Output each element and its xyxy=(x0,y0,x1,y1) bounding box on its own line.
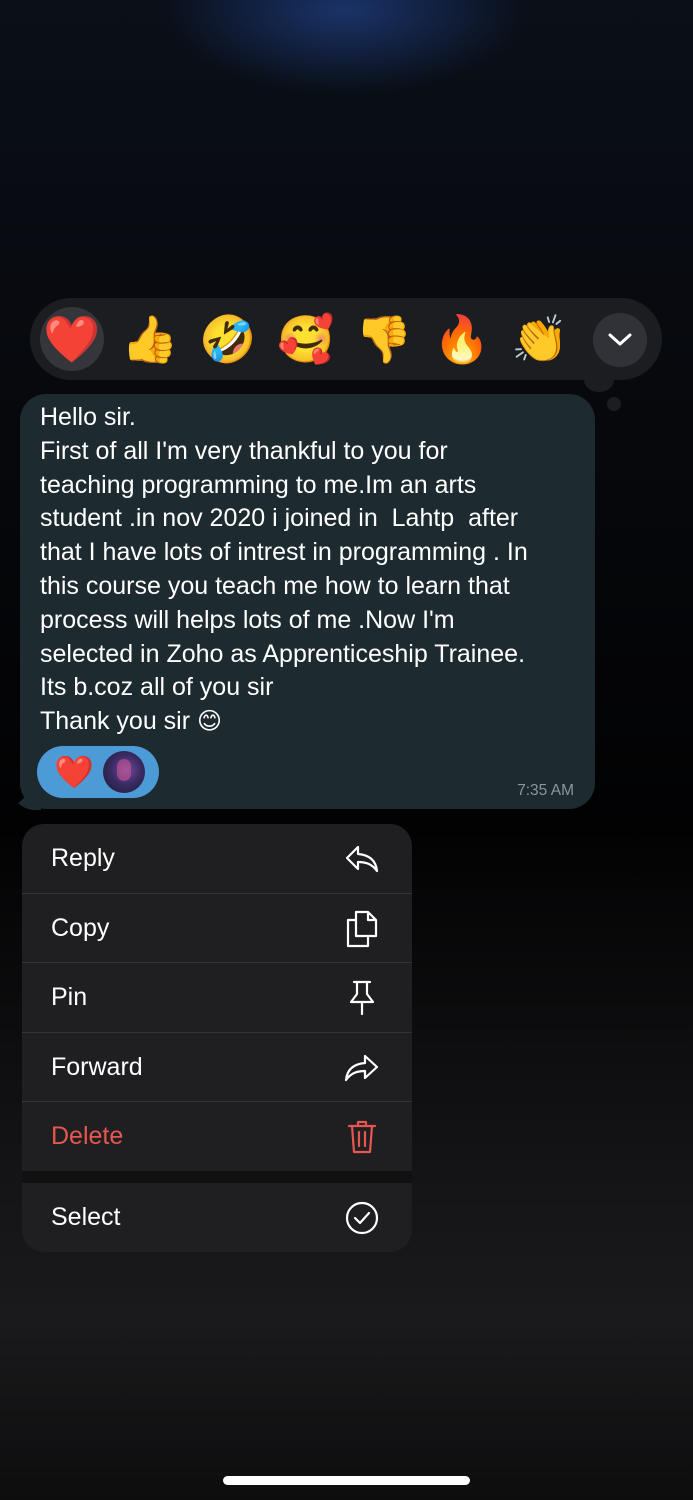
message-timestamp: 7:35 AM xyxy=(517,782,574,799)
forward-label: Forward xyxy=(51,1053,143,1081)
message-line: this course you teach me how to learn th… xyxy=(40,571,510,600)
forward-icon xyxy=(342,1048,382,1088)
select-menu-item[interactable]: Select xyxy=(22,1183,412,1252)
message-line: selected in Zoho as Apprenticeship Train… xyxy=(40,639,526,668)
reaction-smiling-hearts[interactable]: 🥰 xyxy=(274,307,338,371)
picker-bubble-dot xyxy=(607,397,621,411)
message-line: First of all I'm very thankful to you fo… xyxy=(40,436,448,465)
trash-icon xyxy=(342,1117,382,1157)
reaction-thumbs-down[interactable]: 👎 xyxy=(352,307,416,371)
message-bubble[interactable]: Hello sir. First of all I'm very thankfu… xyxy=(20,394,595,809)
message-line: process will helps lots of me .Now I'm xyxy=(40,605,455,634)
message-line: that I have lots of intrest in programmi… xyxy=(40,538,528,567)
chevron-down-icon xyxy=(608,333,632,346)
message-line: teaching programming to me.Im an arts xyxy=(40,470,477,499)
message-line: Thank you sir xyxy=(40,707,191,736)
reply-label: Reply xyxy=(51,844,115,872)
reply-menu-item[interactable]: Reply xyxy=(22,824,412,893)
copy-label: Copy xyxy=(51,914,110,942)
reply-icon xyxy=(342,839,382,879)
pin-label: Pin xyxy=(51,983,88,1011)
heart-reaction-icon: ❤️ xyxy=(54,754,94,790)
pin-menu-item[interactable]: Pin xyxy=(22,963,412,1032)
forward-menu-item[interactable]: Forward xyxy=(22,1033,412,1102)
pin-icon xyxy=(342,978,382,1018)
more-reactions-button[interactable] xyxy=(593,313,647,367)
context-menu: Reply Copy Pin Forward Delete Select xyxy=(22,824,412,1252)
message-reactions[interactable]: ❤️ xyxy=(37,746,159,798)
select-label: Select xyxy=(51,1203,121,1231)
message-line: student .in nov 2020 i joined in Lahtp a… xyxy=(40,504,519,533)
menu-group-gap xyxy=(22,1171,412,1183)
reaction-rolling-laughing[interactable]: 🤣 xyxy=(196,307,260,371)
delete-label: Delete xyxy=(51,1122,124,1150)
reaction-thumbs-up[interactable]: 👍 xyxy=(118,307,182,371)
copy-icon xyxy=(342,909,382,949)
checkmark-circle-icon xyxy=(342,1198,382,1238)
reaction-clapping[interactable]: 👏 xyxy=(508,307,572,371)
home-indicator[interactable] xyxy=(223,1476,470,1485)
copy-menu-item[interactable]: Copy xyxy=(22,894,412,963)
reaction-heart[interactable]: ❤️ xyxy=(40,307,104,371)
reaction-picker: ❤️ 👍 🤣 🥰 👎 🔥 👏 xyxy=(30,298,662,392)
reaction-fire[interactable]: 🔥 xyxy=(430,307,494,371)
delete-menu-item[interactable]: Delete xyxy=(22,1102,412,1171)
smiling-face-emoji: 😊 xyxy=(197,708,223,736)
message-line: Its b.coz all of you sir xyxy=(40,673,274,702)
avatar xyxy=(102,751,145,793)
message-line: Hello sir. xyxy=(40,403,136,431)
message-last-line: Thank you sir 😊 xyxy=(40,705,577,739)
